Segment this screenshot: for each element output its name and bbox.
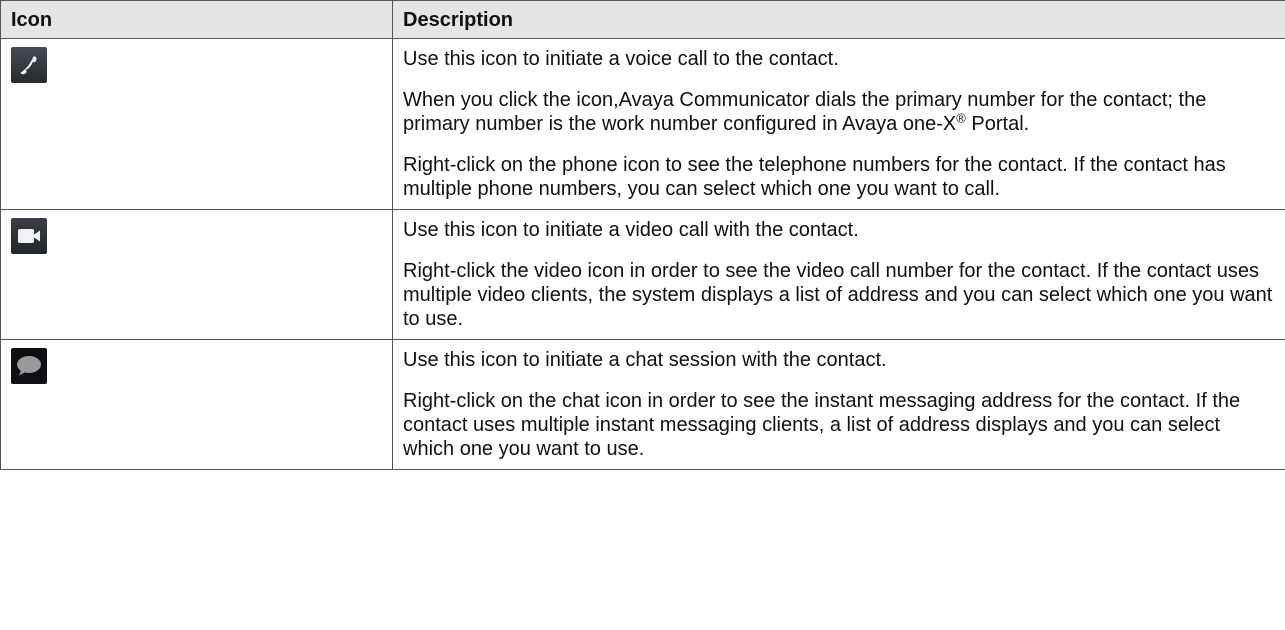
description-text: Right-click on the chat icon in order to… xyxy=(403,390,1241,460)
icon-cell xyxy=(0,38,393,210)
description-column-header: Description xyxy=(392,0,1285,39)
video-camera-icon xyxy=(11,218,47,254)
icon-cell xyxy=(0,339,393,470)
description-text: Use this icon to initiate a video call w… xyxy=(403,219,859,241)
table-header-row: Icon Description xyxy=(0,0,1285,39)
icon-cell xyxy=(0,209,393,340)
icon-description-table: Icon Description Use this icon to initia… xyxy=(0,0,1285,470)
icon-column-header: Icon xyxy=(0,0,393,39)
description-text: Use this icon to initiate a chat session… xyxy=(403,349,887,371)
description-text: Right-click the video icon in order to s… xyxy=(403,260,1273,330)
description-text: When you click the icon,Avaya Communicat… xyxy=(403,89,1207,135)
description-cell: Use this icon to initiate a voice call t… xyxy=(392,38,1285,210)
description-cell: Use this icon to initiate a chat session… xyxy=(392,339,1285,470)
chat-bubble-icon xyxy=(11,348,47,384)
phone-icon xyxy=(11,47,47,83)
description-cell: Use this icon to initiate a video call w… xyxy=(392,209,1285,340)
registered-trademark: ® xyxy=(956,110,966,126)
description-text: Use this icon to initiate a voice call t… xyxy=(403,48,839,70)
table-row: Use this icon to initiate a chat session… xyxy=(0,339,1285,470)
table-row: Use this icon to initiate a voice call t… xyxy=(0,38,1285,210)
description-text: Right-click on the phone icon to see the… xyxy=(403,154,1226,200)
table-row: Use this icon to initiate a video call w… xyxy=(0,209,1285,340)
